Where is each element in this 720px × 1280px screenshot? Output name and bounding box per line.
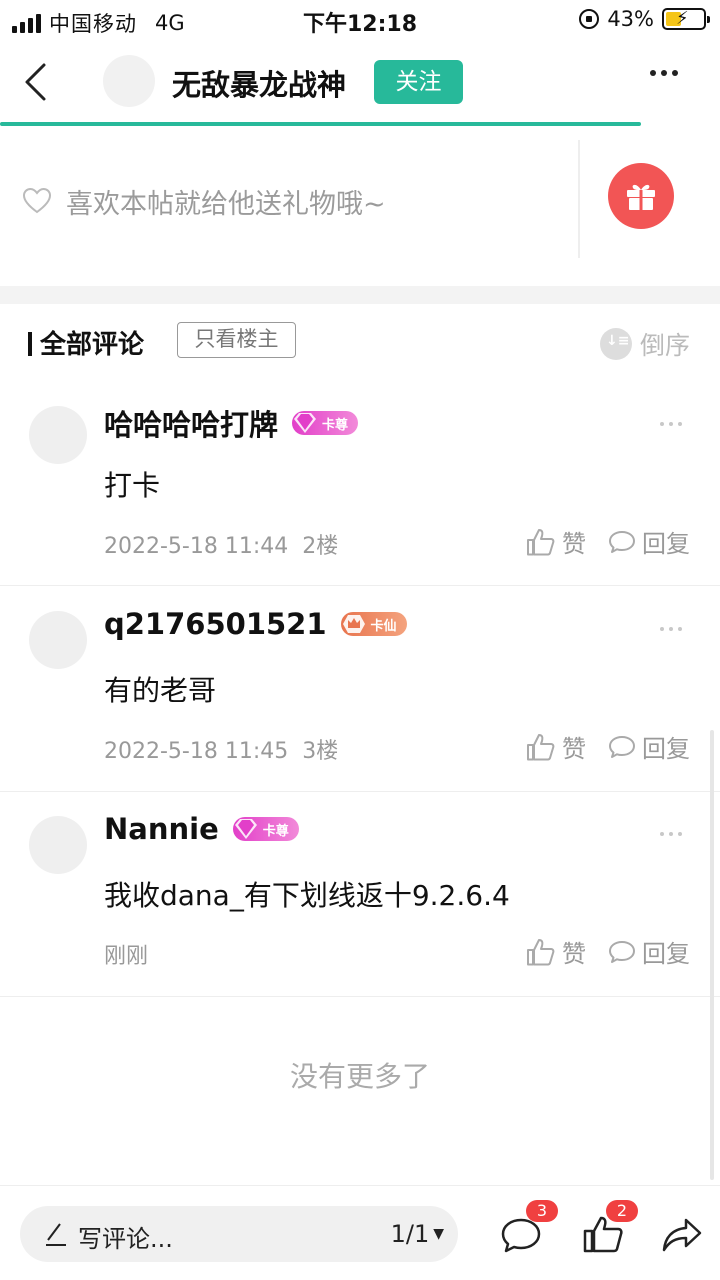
comment-avatar[interactable]: [29, 816, 87, 874]
like-button[interactable]: 赞: [526, 729, 586, 764]
comments-header: 全部评论 只看楼主 倒序: [0, 304, 720, 382]
bottom-bar: 写评论... 1/1 ▼ 3 2: [0, 1185, 720, 1280]
comment-count-badge: 3: [526, 1200, 558, 1222]
thumbs-up-icon: [527, 938, 555, 965]
orientation-lock-icon: [579, 9, 600, 29]
level-badge: 卡尊: [292, 411, 359, 435]
battery-percent: 43%: [607, 7, 654, 31]
gift-prompt: 喜欢本帖就给他送礼物哦~: [66, 189, 386, 220]
comment-placeholder: 写评论...: [78, 1225, 173, 1253]
comment-avatar[interactable]: [29, 406, 87, 464]
comment-meta: 2022-5-18 11:44 2楼: [104, 528, 338, 560]
share-icon[interactable]: [660, 1214, 704, 1256]
like-button[interactable]: 赞: [526, 524, 586, 559]
thumbs-up-icon: [527, 733, 555, 760]
comment-item: Nannie 卡尊 我收dana_有下划线返十9.2.6.4 刚刚 赞 回复: [0, 792, 720, 997]
back-arrow-icon[interactable]: [22, 62, 48, 102]
like-button[interactable]: 赞: [526, 934, 586, 969]
heart-icon: [22, 187, 52, 214]
comment-text: 有的老哥: [104, 674, 217, 707]
comment-time: 刚刚: [104, 944, 149, 969]
send-gift-button[interactable]: [608, 163, 674, 229]
scrollbar[interactable]: [710, 730, 714, 1180]
reply-button[interactable]: 回复: [608, 729, 690, 764]
status-bar: 中国移动 4G 下午12:18 43% ⚡: [0, 0, 720, 40]
comment-username[interactable]: 哈哈哈哈打牌: [104, 402, 278, 444]
comment-time: 2022-5-18 11:44: [104, 534, 289, 559]
diamond-icon: [234, 819, 257, 839]
comment-time: 2022-5-18 11:45: [104, 739, 289, 764]
diamond-icon: [294, 413, 317, 433]
reply-button[interactable]: 回复: [608, 524, 690, 559]
page-selector[interactable]: 1/1 ▼: [391, 1220, 444, 1248]
navbar: 无敌暴龙战神 关注: [0, 40, 720, 126]
speech-bubble-icon: [609, 735, 635, 758]
follow-button[interactable]: 关注: [374, 60, 463, 104]
comment-avatar[interactable]: [29, 611, 87, 669]
battery-icon: ⚡: [662, 8, 710, 30]
comment-floor: 2楼: [302, 534, 339, 559]
comment-floor: 3楼: [302, 739, 339, 764]
level-badge: 卡尊: [232, 817, 299, 841]
speech-bubble-icon: [609, 530, 635, 553]
comment-meta: 刚刚: [104, 938, 148, 970]
comment-more-icon[interactable]: [660, 627, 682, 631]
more-options-icon[interactable]: [650, 70, 678, 76]
gift-icon: [627, 184, 655, 210]
comment-text: 打卡: [104, 469, 161, 502]
comment-item: 哈哈哈哈打牌 卡尊 打卡 2022-5-18 11:44 2楼 赞 回复: [0, 382, 720, 586]
sort-icon: [599, 328, 632, 360]
end-of-list-text: 没有更多了: [289, 1060, 430, 1093]
thumbs-up-icon: [527, 528, 555, 555]
level-badge: 卡仙: [340, 612, 407, 636]
comment-meta: 2022-5-18 11:45 3楼: [104, 733, 338, 765]
comment-more-icon[interactable]: [660, 832, 682, 836]
only-op-filter-button[interactable]: 只看楼主: [177, 322, 296, 358]
comment-username[interactable]: q2176501521: [104, 607, 327, 641]
sort-toggle[interactable]: 倒序: [599, 326, 690, 362]
section-separator: [0, 286, 720, 304]
comment-item: q2176501521 卡仙 有的老哥 2022-5-18 11:45 3楼 赞…: [0, 587, 720, 792]
divider: [578, 140, 580, 258]
pen-icon: [46, 1223, 66, 1246]
reply-button[interactable]: 回复: [608, 934, 690, 969]
comment-text: 我收dana_有下划线返十9.2.6.4: [104, 879, 510, 912]
comment-input[interactable]: 写评论... 1/1 ▼: [20, 1206, 458, 1262]
gift-row: 喜欢本帖就给他送礼物哦~: [0, 126, 720, 286]
speech-bubble-icon: [609, 940, 635, 963]
author-name[interactable]: 无敌暴龙战神: [172, 62, 346, 104]
comment-username[interactable]: Nannie: [104, 812, 219, 846]
like-count-badge: 2: [606, 1200, 638, 1222]
comments-title: 全部评论: [28, 324, 144, 361]
author-avatar[interactable]: [103, 55, 155, 107]
crown-icon: [342, 615, 365, 633]
comment-more-icon[interactable]: [660, 422, 682, 426]
sort-label: 倒序: [639, 331, 690, 360]
